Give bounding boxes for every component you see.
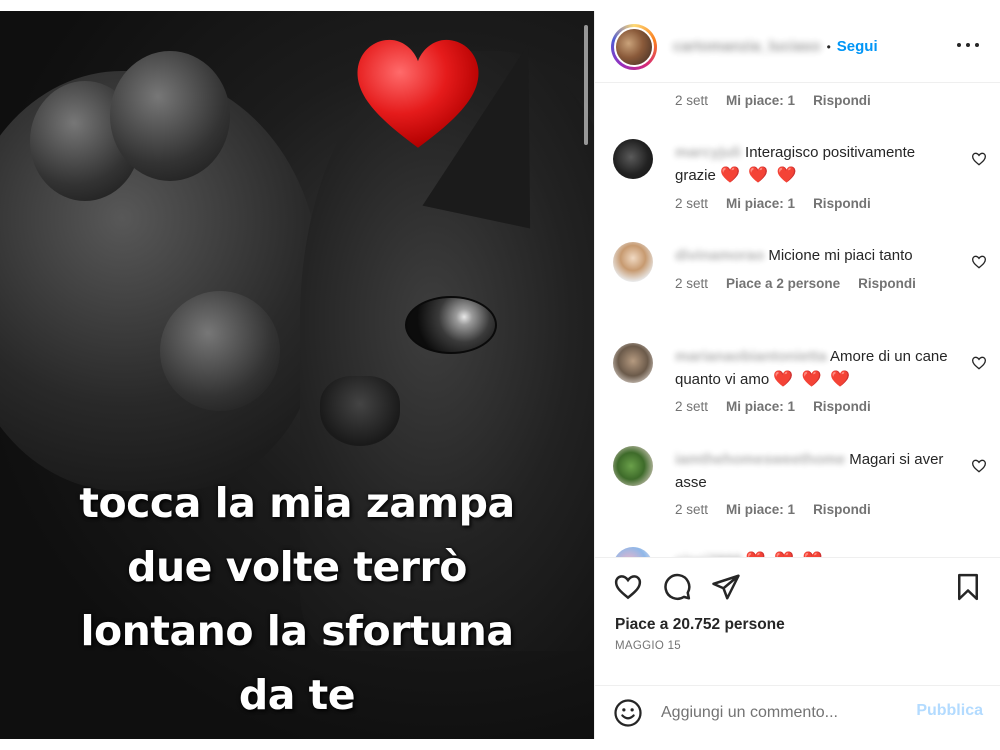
- commenter-avatar[interactable]: [613, 139, 653, 179]
- commenter-username[interactable]: marianaobiantonietta: [675, 348, 827, 365]
- add-comment-bar: Pubblica: [595, 685, 1000, 739]
- image-caption-text: tocca la mia zampa due volte terrò lonta…: [79, 479, 515, 719]
- comment-time: 2 sett: [675, 196, 709, 211]
- reply-button[interactable]: Rispondi: [813, 502, 871, 517]
- comment-meta: 2 sett Mi piace: 1 Rispondi: [675, 93, 871, 108]
- publish-button[interactable]: Pubblica: [916, 702, 983, 720]
- commenter-avatar[interactable]: [613, 242, 653, 282]
- comment-likes[interactable]: Mi piace: 1: [726, 399, 795, 414]
- comment-likes[interactable]: Mi piace: 1: [726, 502, 795, 517]
- post-actions: Piace a 20.752 persone MAGGIO 15: [595, 557, 1000, 685]
- commenter-username[interactable]: divinamorao: [675, 247, 764, 264]
- share-send-icon[interactable]: [711, 572, 741, 602]
- follow-button[interactable]: Segui: [837, 38, 878, 55]
- cat-eye-shape: [405, 296, 497, 354]
- comment-like-heart-icon[interactable]: [971, 151, 987, 167]
- comment-likes[interactable]: Piace a 2 persone: [726, 276, 840, 291]
- reply-button[interactable]: Rispondi: [813, 399, 871, 414]
- comment-meta: 2 sett Mi piace: 1 Rispondi: [675, 196, 871, 211]
- author-username[interactable]: cartomanzia_luciaso: [673, 38, 821, 55]
- image-scrollbar[interactable]: [584, 25, 588, 145]
- comment-body: iamthehomesweethome Magari si aver asse: [675, 448, 955, 494]
- commenter-avatar[interactable]: [613, 547, 653, 557]
- comment-likes[interactable]: Mi piace: 1: [726, 196, 795, 211]
- post-image[interactable]: tocca la mia zampa due volte terrò lonta…: [0, 11, 594, 739]
- comment-bubble-icon[interactable]: [662, 572, 692, 602]
- comments-list[interactable]: 2 sett Mi piace: 1 Rispondi marcyjuli In…: [595, 83, 1000, 557]
- more-options-icon[interactable]: [957, 35, 979, 55]
- post-side-panel: cartomanzia_luciaso • Segui 2 sett Mi pi…: [594, 11, 1000, 739]
- comment-body: divinamorao Micione mi piaci tanto: [675, 244, 955, 267]
- comment-input[interactable]: [661, 700, 901, 726]
- paw-toe: [110, 51, 230, 181]
- comment-like-heart-icon[interactable]: [971, 458, 987, 474]
- reply-button[interactable]: Rispondi: [813, 93, 871, 108]
- reply-button[interactable]: Rispondi: [813, 196, 871, 211]
- comment-meta: 2 sett Mi piace: 1 Rispondi: [675, 399, 871, 414]
- comment-time: 2 sett: [675, 502, 709, 517]
- paw-toe: [160, 291, 280, 411]
- commenter-avatar[interactable]: [613, 343, 653, 383]
- comment-body: marianaobiantonietta Amore di un cane qu…: [675, 345, 955, 391]
- comment-time: 2 sett: [675, 276, 709, 291]
- commenter-username[interactable]: iamthehomesweethome: [675, 451, 845, 468]
- likes-count[interactable]: Piace a 20.752 persone: [615, 616, 785, 634]
- post-header: cartomanzia_luciaso • Segui: [595, 11, 1000, 83]
- comment-like-heart-icon[interactable]: [971, 254, 987, 270]
- reply-button[interactable]: Rispondi: [858, 276, 916, 291]
- author-avatar[interactable]: [611, 23, 657, 70]
- comment-likes[interactable]: Mi piace: 1: [726, 93, 795, 108]
- separator-dot: •: [826, 39, 831, 54]
- comment-text: Micione mi piaci tanto: [768, 247, 913, 264]
- commenter-avatar[interactable]: [613, 446, 653, 486]
- comment-time: 2 sett: [675, 399, 709, 414]
- post-dialog: tocca la mia zampa due volte terrò lonta…: [0, 11, 1000, 739]
- red-heart-icon: [357, 39, 479, 148]
- commenter-username[interactable]: marcyjuli: [675, 144, 741, 161]
- heart-emojis: ❤️ ❤️ ❤️: [720, 167, 799, 184]
- emoji-smiley-icon[interactable]: [613, 698, 643, 728]
- comment-time: 2 sett: [675, 93, 709, 108]
- cat-nose-shape: [320, 376, 400, 446]
- heart-emojis: ❤️ ❤️ ❤️: [773, 371, 853, 388]
- comment-meta: 2 sett Mi piace: 1 Rispondi: [675, 502, 871, 517]
- like-heart-icon[interactable]: [613, 572, 643, 602]
- save-bookmark-icon[interactable]: [953, 572, 983, 602]
- post-date: MAGGIO 15: [615, 640, 681, 652]
- comment-body: marcyjuli Interagisco positivamente graz…: [675, 141, 955, 187]
- comment-like-heart-icon[interactable]: [971, 355, 987, 371]
- comment-body: cicci7899 ❤️ ❤️ ❤️: [675, 549, 955, 557]
- comment-meta: 2 sett Piace a 2 persone Rispondi: [675, 276, 916, 291]
